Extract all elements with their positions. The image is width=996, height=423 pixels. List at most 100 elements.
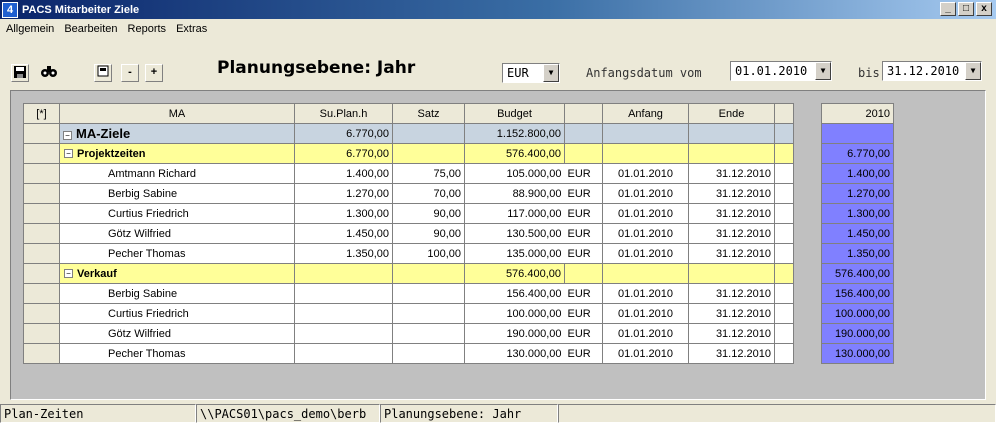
satz-cell[interactable] — [392, 303, 465, 324]
table-row[interactable]: Berbig Sabine 1.270,00 70,00 88.900,00 EUR 01… — [23, 183, 794, 204]
row-selector[interactable] — [23, 143, 60, 164]
ende-cell[interactable]: 31.12.2010 — [688, 243, 775, 264]
table-row[interactable]: Pecher Thomas 1.350,00 100,00 135.000,00 EUR… — [23, 243, 794, 264]
ende-cell[interactable]: 31.12.2010 — [688, 183, 775, 204]
employee-name-cell[interactable]: Götz Wilfried — [59, 323, 295, 344]
year-row[interactable]: 190.000,00 — [821, 323, 894, 344]
satz-cell[interactable] — [392, 283, 465, 304]
year-value-cell[interactable]: 190.000,00 — [821, 323, 894, 344]
year-row[interactable]: 1.300,00 — [821, 203, 894, 224]
table-row[interactable]: Berbig Sabine 156.400,00 EUR 01.01.2010 31.1… — [23, 283, 794, 304]
menu-bearbeiten[interactable]: Bearbeiten — [60, 23, 121, 35]
chevron-down-icon[interactable]: ▼ — [543, 64, 559, 82]
table-row[interactable]: Götz Wilfried 190.000,00 EUR 01.01.2010 31.1… — [23, 323, 794, 344]
plan-h-cell[interactable]: 6.770,00 — [294, 143, 393, 164]
anfang-cell[interactable] — [602, 143, 689, 164]
year-row[interactable]: 156.400,00 — [821, 283, 894, 304]
satz-cell[interactable]: 75,00 — [392, 163, 465, 184]
year-value-cell[interactable]: 1.300,00 — [821, 203, 894, 224]
currency-cell[interactable] — [564, 123, 603, 144]
col-header-budget[interactable]: Budget — [464, 103, 565, 124]
plan-h-cell[interactable] — [294, 303, 393, 324]
satz-cell[interactable]: 90,00 — [392, 203, 465, 224]
plan-h-cell[interactable]: 1.300,00 — [294, 203, 393, 224]
col-header-plan-h[interactable]: Su.Plan.h — [294, 103, 393, 124]
chevron-down-icon[interactable]: ▼ — [815, 62, 831, 80]
col-header-year[interactable]: 2010 — [821, 103, 894, 124]
group-cell[interactable]: − Projektzeiten — [59, 143, 295, 164]
ende-cell[interactable]: 31.12.2010 — [688, 303, 775, 324]
employee-name-cell[interactable]: Curtius Friedrich — [59, 303, 295, 324]
employee-name-cell[interactable]: Pecher Thomas — [59, 243, 295, 264]
maximize-button[interactable]: □ — [958, 2, 974, 16]
employee-name-cell[interactable]: Amtmann Richard — [59, 163, 295, 184]
anfang-cell[interactable]: 01.01.2010 — [602, 163, 689, 184]
row-selector[interactable] — [23, 303, 60, 324]
budget-cell[interactable]: 576.400,00 — [464, 143, 565, 164]
satz-cell[interactable] — [392, 143, 465, 164]
plan-h-cell[interactable]: 1.450,00 — [294, 223, 393, 244]
year-row[interactable]: 1.350,00 — [821, 243, 894, 264]
collapse-icon[interactable]: - — [121, 64, 139, 82]
col-header-satz[interactable]: Satz — [392, 103, 465, 124]
satz-cell[interactable] — [392, 123, 465, 144]
satz-cell[interactable]: 70,00 — [392, 183, 465, 204]
row-selector[interactable] — [23, 263, 60, 284]
menu-reports[interactable]: Reports — [124, 23, 171, 35]
budget-cell[interactable]: 117.000,00 — [464, 203, 565, 224]
year-value-cell[interactable]: 1.450,00 — [821, 223, 894, 244]
plan-h-cell[interactable]: 1.270,00 — [294, 183, 393, 204]
title-bar[interactable]: 4 PACS Mitarbeiter Ziele _ □ x — [0, 0, 996, 19]
anfang-cell[interactable]: 01.01.2010 — [602, 223, 689, 244]
year-row[interactable]: 1.270,00 — [821, 183, 894, 204]
col-header-ende[interactable]: Ende — [688, 103, 775, 124]
year-value-cell[interactable]: 6.770,00 — [821, 143, 894, 164]
satz-cell[interactable]: 100,00 — [392, 243, 465, 264]
currency-cell[interactable] — [564, 263, 603, 284]
budget-cell[interactable]: 100.000,00 — [464, 303, 565, 324]
row-selector[interactable] — [23, 343, 60, 364]
budget-cell[interactable]: 105.000,00 — [464, 163, 565, 184]
group-row[interactable]: − Projektzeiten 6.770,00 576.400,00 — [23, 143, 794, 164]
group-row[interactable]: − Verkauf 576.400,00 — [23, 263, 794, 284]
budget-cell[interactable]: 190.000,00 — [464, 323, 565, 344]
budget-cell[interactable]: 156.400,00 — [464, 283, 565, 304]
group-row-ma[interactable]: − MA-Ziele 6.770,00 1.152.800,00 — [23, 123, 794, 144]
satz-cell[interactable] — [392, 263, 465, 284]
row-selector[interactable] — [23, 163, 60, 184]
col-header-currency[interactable] — [564, 103, 603, 124]
anfang-cell[interactable]: 01.01.2010 — [602, 323, 689, 344]
ende-cell[interactable] — [688, 123, 775, 144]
currency-cell[interactable]: EUR — [564, 323, 603, 344]
table-row[interactable]: Pecher Thomas 130.000,00 EUR 01.01.2010 31.1… — [23, 343, 794, 364]
ende-cell[interactable]: 31.12.2010 — [688, 323, 775, 344]
year-row[interactable]: 100.000,00 — [821, 303, 894, 324]
employee-name-cell[interactable]: Berbig Sabine — [59, 183, 295, 204]
budget-cell[interactable]: 1.152.800,00 — [464, 123, 565, 144]
currency-cell[interactable]: EUR — [564, 203, 603, 224]
year-row[interactable]: 576.400,00 — [821, 263, 894, 284]
year-row[interactable]: 130.000,00 — [821, 343, 894, 364]
anfang-cell[interactable]: 01.01.2010 — [602, 303, 689, 324]
collapse-toggle-icon[interactable]: − — [64, 149, 73, 159]
ma-group-cell[interactable]: − MA-Ziele — [59, 123, 295, 144]
chevron-down-icon[interactable]: ▼ — [965, 62, 981, 80]
ende-cell[interactable]: 31.12.2010 — [688, 343, 775, 364]
row-selector[interactable] — [23, 283, 60, 304]
satz-cell[interactable]: 90,00 — [392, 223, 465, 244]
year-row[interactable] — [821, 123, 894, 144]
employee-name-cell[interactable]: Berbig Sabine — [59, 283, 295, 304]
ende-cell[interactable] — [688, 263, 775, 284]
year-value-cell[interactable] — [821, 123, 894, 144]
plan-h-cell[interactable]: 1.400,00 — [294, 163, 393, 184]
anfang-cell[interactable]: 01.01.2010 — [602, 203, 689, 224]
anfang-cell[interactable] — [602, 123, 689, 144]
col-header-ma[interactable]: MA — [59, 103, 295, 124]
save-icon[interactable] — [11, 64, 29, 82]
table-row[interactable]: Amtmann Richard 1.400,00 75,00 105.000,00 EU… — [23, 163, 794, 184]
ende-cell[interactable]: 31.12.2010 — [688, 163, 775, 184]
satz-cell[interactable] — [392, 323, 465, 344]
row-selector[interactable] — [23, 243, 60, 264]
employee-name-cell[interactable]: Götz Wilfried — [59, 223, 295, 244]
table-row[interactable]: Götz Wilfried 1.450,00 90,00 130.500,00 EUR 0… — [23, 223, 794, 244]
